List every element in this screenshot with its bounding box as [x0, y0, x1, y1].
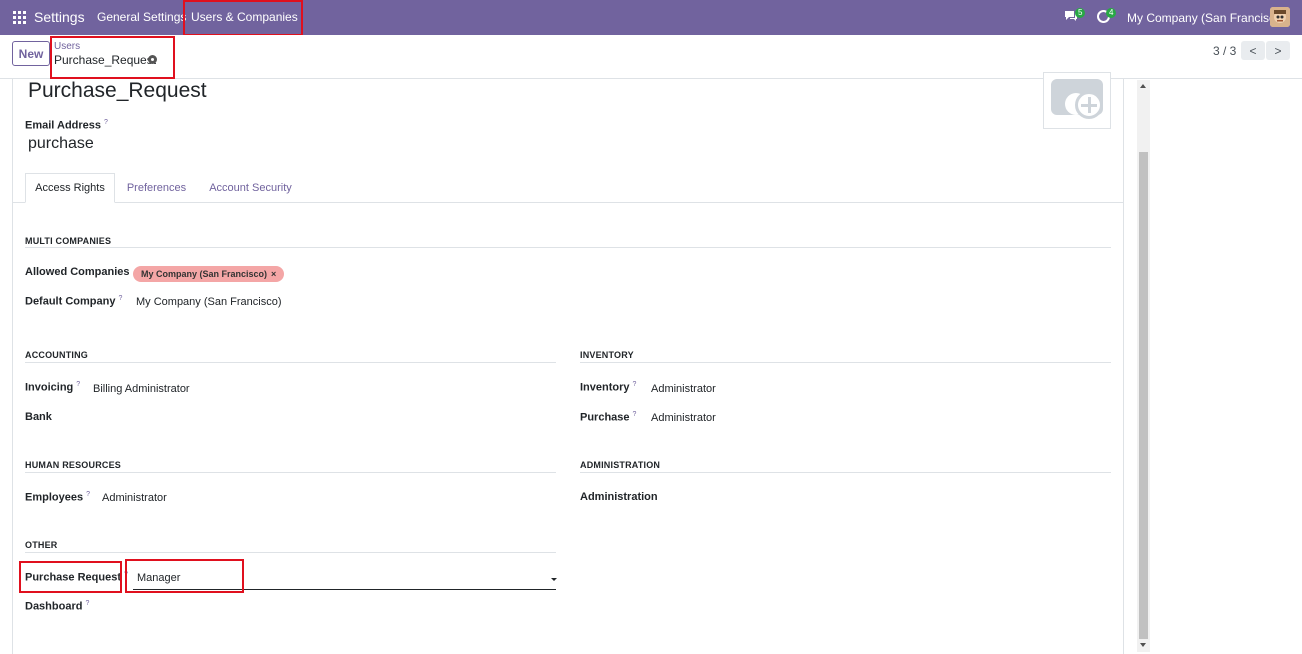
tab-account-security[interactable]: Account Security — [203, 173, 298, 203]
invoicing-label: Invoicing? — [25, 381, 81, 394]
section-divider — [25, 247, 1111, 248]
pager-prev-button[interactable]: < — [1241, 41, 1265, 60]
section-administration: ADMINISTRATION — [580, 460, 661, 470]
menu-general-settings[interactable]: General Settings — [97, 10, 186, 24]
email-label: Email Address? — [25, 119, 108, 132]
user-name-title[interactable]: Purchase_Request — [28, 79, 207, 103]
scroll-down-arrow[interactable] — [1140, 643, 1146, 647]
dashboard-label: Dashboard? — [25, 600, 90, 613]
messages-badge: 5 — [1075, 8, 1086, 18]
allowed-companies-label: Allowed Companies — [25, 266, 130, 278]
tab-preferences[interactable]: Preferences — [120, 173, 193, 203]
tab-access-rights[interactable]: Access Rights — [25, 173, 115, 203]
scrollbar-thumb[interactable] — [1139, 152, 1148, 639]
employees-field[interactable]: Administrator — [102, 492, 167, 504]
section-divider — [580, 362, 1111, 363]
section-other: OTHER — [25, 540, 58, 550]
highlight-purchase-request-label — [19, 561, 122, 593]
section-multi-companies: MULTI COMPANIES — [25, 236, 112, 246]
section-accounting: ACCOUNTING — [25, 350, 88, 360]
section-human-resources: HUMAN RESOURCES — [25, 460, 122, 470]
inventory-field[interactable]: Administrator — [651, 383, 716, 395]
purchase-field[interactable]: Administrator — [651, 412, 716, 424]
default-company-field[interactable]: My Company (San Francisco) — [136, 296, 282, 308]
section-inventory: INVENTORY — [580, 350, 634, 360]
pager-value[interactable]: 3 / 3 — [1213, 44, 1236, 58]
plus-icon — [1075, 91, 1103, 119]
section-divider — [25, 552, 556, 553]
tag-remove-icon[interactable]: × — [271, 269, 276, 279]
allowed-company-tag[interactable]: My Company (San Francisco) × — [133, 266, 285, 282]
activities-badge: 4 — [1106, 8, 1117, 18]
user-avatar[interactable] — [1270, 7, 1290, 27]
new-button[interactable]: New — [12, 41, 50, 66]
email-field[interactable]: purchase — [28, 135, 94, 153]
page-background — [1124, 79, 1302, 654]
invoicing-field[interactable]: Billing Administrator — [93, 383, 190, 395]
highlight-purchase-request-value — [125, 559, 244, 593]
tag-text: My Company (San Francisco) — [141, 269, 268, 279]
chevron-down-icon[interactable] — [551, 578, 557, 581]
pager-next-button[interactable]: > — [1266, 41, 1290, 60]
apps-grid-icon[interactable] — [13, 11, 26, 24]
section-divider — [25, 472, 556, 473]
section-divider — [580, 472, 1111, 473]
default-company-label: Default Company? — [25, 295, 123, 308]
section-divider — [25, 362, 556, 363]
highlight-breadcrumb — [50, 36, 175, 79]
bank-label: Bank — [25, 411, 52, 423]
administration-label: Administration — [580, 491, 658, 503]
app-brand[interactable]: Settings — [34, 9, 85, 25]
inventory-label: Inventory? — [580, 381, 637, 394]
user-photo[interactable] — [1043, 72, 1111, 129]
highlight-users-companies — [183, 0, 303, 36]
purchase-label: Purchase? — [580, 411, 637, 424]
scroll-up-arrow[interactable] — [1140, 84, 1146, 88]
employees-label: Employees? — [25, 491, 90, 504]
company-switcher[interactable]: My Company (San Francisco) — [1127, 11, 1286, 25]
